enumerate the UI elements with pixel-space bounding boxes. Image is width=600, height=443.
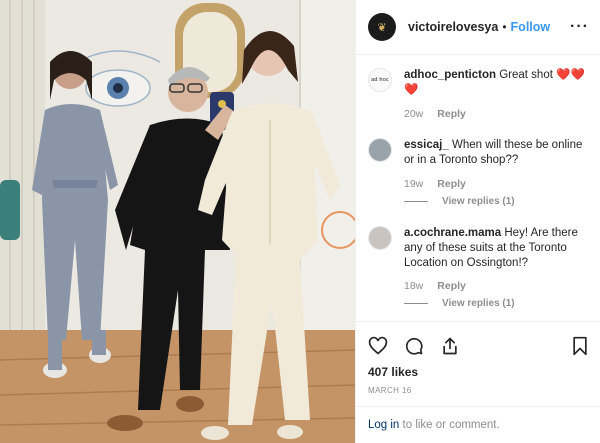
comments-list: ad hoc adhoc_penticton Great shot ❤️❤️❤️… xyxy=(356,56,600,320)
comment-text-block: essicaj_ When will these be online or in… xyxy=(404,138,594,168)
account-username[interactable]: victoirelovesya xyxy=(408,20,498,34)
comment-meta: 18w Reply xyxy=(404,280,466,292)
replies-divider xyxy=(404,303,428,304)
commenter-avatar[interactable] xyxy=(368,226,392,250)
more-horizontal-icon[interactable]: ··· xyxy=(570,18,589,36)
separator-dot: • xyxy=(502,20,507,34)
post-sidebar: ❦ victoirelovesya • Follow ··· ad hoc ad… xyxy=(355,0,600,443)
reply-button[interactable]: Reply xyxy=(437,108,466,120)
view-replies-button[interactable]: View replies (1) xyxy=(404,298,515,309)
commenter-username[interactable]: adhoc_penticton xyxy=(404,69,496,81)
reply-button[interactable]: Reply xyxy=(437,178,466,190)
comment-meta: 19w Reply xyxy=(404,178,466,190)
heart-icon[interactable] xyxy=(368,336,388,356)
photo-illustration xyxy=(0,0,355,443)
bookmark-icon xyxy=(573,336,587,356)
likes-count[interactable]: 407 likes xyxy=(368,365,418,379)
login-link[interactable]: Log in xyxy=(368,419,399,431)
view-replies-button[interactable]: View replies (1) xyxy=(404,196,515,207)
comment-text-block: a.cochrane.mama Hey! Are there any of th… xyxy=(404,226,594,271)
reply-button[interactable]: Reply xyxy=(437,280,466,292)
account-avatar[interactable]: ❦ xyxy=(368,13,396,41)
bookmark-button[interactable] xyxy=(571,336,589,356)
comment-icon[interactable] xyxy=(404,336,424,356)
comment-text: Great shot xyxy=(499,69,553,81)
view-replies-label: View replies (1) xyxy=(442,196,515,207)
commenter-username[interactable]: a.cochrane.mama xyxy=(404,227,501,239)
login-suffix: to like or comment. xyxy=(399,419,500,431)
comment-meta: 20w Reply xyxy=(404,108,466,120)
share-icon[interactable] xyxy=(440,336,460,356)
comment-age: 18w xyxy=(404,280,424,292)
view-replies-label: View replies (1) xyxy=(442,298,515,309)
post-actions: 407 likes MARCH 16 Log in to like or com… xyxy=(356,321,600,443)
follow-button[interactable]: Follow xyxy=(511,20,551,34)
comment-text-block: adhoc_penticton Great shot ❤️❤️❤️ xyxy=(404,68,594,98)
action-icons xyxy=(368,336,460,356)
commenter-avatar[interactable]: ad hoc xyxy=(368,68,392,92)
comment-age: 19w xyxy=(404,178,424,190)
comment-age: 20w xyxy=(404,108,424,120)
post-photo[interactable] xyxy=(0,0,355,443)
post-date: MARCH 16 xyxy=(368,386,412,395)
login-prompt: Log in to like or comment. xyxy=(356,406,600,443)
commenter-avatar-text: ad hoc xyxy=(371,77,389,83)
commenter-avatar[interactable] xyxy=(368,138,392,162)
commenter-username[interactable]: essicaj_ xyxy=(404,139,449,151)
post-header: ❦ victoirelovesya • Follow ··· xyxy=(356,0,600,55)
replies-divider xyxy=(404,201,428,202)
